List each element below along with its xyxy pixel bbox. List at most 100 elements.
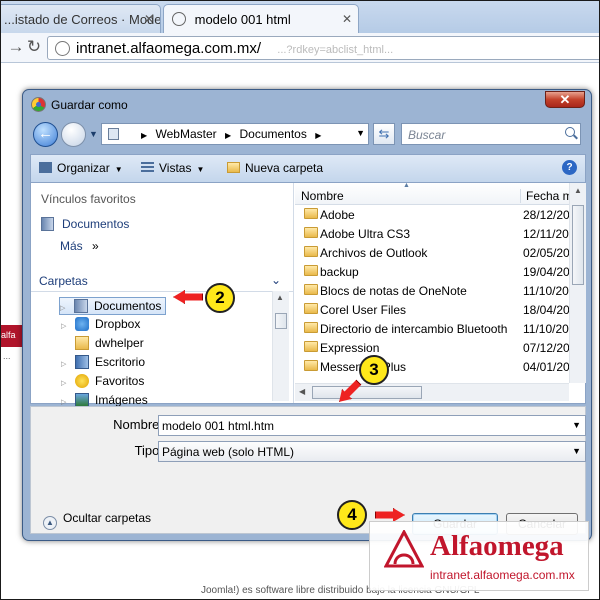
hide-folders-toggle[interactable]: ▲ Ocultar carpetas xyxy=(43,511,151,530)
file-type-select[interactable]: Página web (solo HTML) ▼ xyxy=(158,441,586,462)
chevron-down-icon[interactable]: ▼ xyxy=(572,446,581,456)
file-row[interactable]: Archivos de Outlook 02/05/2011 xyxy=(295,243,586,262)
documents-icon xyxy=(41,217,54,231)
annotation-badge-4: 4 xyxy=(337,500,367,530)
views-icon xyxy=(141,162,154,173)
breadcrumb-item[interactable]: WebMaster xyxy=(156,127,217,141)
file-row[interactable]: Messenger Plus 04/01/2011 xyxy=(295,357,586,376)
breadcrumb-item[interactable]: Documentos xyxy=(239,127,306,141)
sort-arrow-icon: ▲ xyxy=(403,183,410,189)
dialog-title: Guardar como xyxy=(51,98,128,112)
file-name-label: Nombre: xyxy=(21,417,163,432)
refresh-button[interactable]: ⇆ xyxy=(373,123,395,145)
organize-icon xyxy=(39,162,52,173)
tree-item-imagenes[interactable]: ▷ Imágenes xyxy=(61,393,148,407)
breadcrumb[interactable]: ▶ WebMaster ▶ Documentos ▶ ▼ xyxy=(101,123,369,145)
logo-name: Alfaomega xyxy=(430,530,564,562)
expand-icon[interactable]: ▷ xyxy=(61,379,71,387)
search-icon xyxy=(565,127,575,137)
documents-icon xyxy=(74,299,88,313)
scroll-left-icon[interactable]: ◀ xyxy=(299,387,305,396)
file-list-pane: ▲ Nombre Fecha mo Adobe 28/12/2011 Adobe U… xyxy=(295,183,586,403)
tree-item-dropbox[interactable]: ▷ Dropbox xyxy=(61,317,140,331)
tree-label: Documentos xyxy=(94,299,162,313)
help-icon[interactable]: ? xyxy=(562,160,577,175)
file-vertical-scrollbar[interactable]: ▲ xyxy=(569,183,586,383)
expand-icon[interactable]: ▷ xyxy=(61,398,71,406)
tab-correos[interactable]: ...istado de Correos · Model ✕ xyxy=(1,4,161,33)
tree-item-dwhelper[interactable]: dwhelper xyxy=(61,336,144,350)
folder-icon xyxy=(304,360,318,371)
page-red-tab: alfa xyxy=(1,325,23,347)
file-name: Adobe Ultra CS3 xyxy=(320,227,411,241)
expand-icon[interactable]: ▷ xyxy=(60,304,70,312)
desktop-icon xyxy=(75,355,89,369)
close-tab-icon[interactable]: ✕ xyxy=(144,12,154,26)
file-row[interactable]: Adobe Ultra CS3 12/11/2011 xyxy=(295,224,586,243)
history-dropdown-icon[interactable]: ▼ xyxy=(89,129,98,139)
search-input[interactable]: Buscar xyxy=(401,123,581,145)
expand-icon[interactable]: ▷ xyxy=(61,322,71,330)
url-text: intranet.alfaomega.com.mx/ xyxy=(76,40,262,57)
tree-item-favoritos[interactable]: ▷ Favoritos xyxy=(61,374,144,388)
file-row[interactable]: Corel User Files 18/04/2011 xyxy=(295,300,586,319)
chevron-down-icon[interactable]: ▼ xyxy=(356,128,365,138)
scroll-thumb[interactable] xyxy=(572,205,584,285)
forward-button[interactable] xyxy=(61,122,86,147)
more-chevron-icon: » xyxy=(92,239,99,253)
back-button[interactable]: ← xyxy=(33,122,58,147)
annotation-badge-3: 3 xyxy=(359,355,389,385)
chrome-icon xyxy=(31,97,46,112)
column-name[interactable]: Nombre xyxy=(301,189,344,203)
favorite-mas[interactable]: Más » xyxy=(60,239,99,253)
file-row[interactable]: Blocs de notas de OneNote 11/10/2011 xyxy=(295,281,586,300)
organize-button[interactable]: Organizar ▼ xyxy=(39,161,123,175)
folder-icon xyxy=(108,128,119,140)
favorite-label: Más xyxy=(60,239,83,253)
file-row[interactable]: Adobe 28/12/2011 xyxy=(295,205,586,224)
chevron-down-icon[interactable]: ▼ xyxy=(572,420,581,430)
tab-modelo[interactable]: modelo 001 html ✕ xyxy=(163,4,359,33)
tree-item-escritorio[interactable]: ▷ Escritorio xyxy=(61,355,145,369)
folder-icon xyxy=(304,284,318,295)
chevron-right-icon: ▶ xyxy=(315,131,322,140)
file-name: Expression xyxy=(320,341,380,355)
annotation-badge-2: 2 xyxy=(205,283,235,313)
file-name: Corel User Files xyxy=(320,303,407,317)
file-row[interactable]: Expression 07/12/2011 xyxy=(295,338,586,357)
file-name: Blocs de notas de OneNote xyxy=(320,284,467,298)
dropbox-icon xyxy=(75,317,89,331)
tree-item-documentos[interactable]: ▷ Documentos xyxy=(59,297,167,315)
new-folder-button[interactable]: Nueva carpeta xyxy=(227,161,323,175)
file-horizontal-scrollbar[interactable]: ◀ xyxy=(295,383,569,401)
file-row[interactable]: backup 19/04/2011 xyxy=(295,262,586,281)
tree-label: Dropbox xyxy=(95,317,141,331)
scroll-thumb[interactable] xyxy=(275,313,287,329)
scroll-up-icon[interactable]: ▲ xyxy=(276,293,284,302)
divider xyxy=(31,291,293,292)
file-name: backup xyxy=(320,265,359,279)
pictures-icon xyxy=(75,393,89,407)
nav-scrollbar[interactable]: ▲ xyxy=(272,291,289,401)
close-tab-icon[interactable]: ✕ xyxy=(342,12,352,26)
expand-icon[interactable]: ▷ xyxy=(61,360,71,368)
alfaomega-logo: Alfaomega intranet.alfaomega.com.mx xyxy=(369,521,589,591)
scroll-up-icon[interactable]: ▲ xyxy=(574,186,582,195)
views-button[interactable]: Vistas ▼ xyxy=(141,161,204,175)
new-folder-label: Nueva carpeta xyxy=(245,161,324,175)
address-bar[interactable]: intranet.alfaomega.com.mx/ ...?rdkey=abc… xyxy=(47,36,599,60)
favorite-documentos[interactable]: Documentos xyxy=(41,217,129,231)
globe-icon xyxy=(172,12,186,26)
file-name-input[interactable]: modelo 001 html.htm ▼ xyxy=(158,415,586,436)
folders-header[interactable]: Carpetas ⌄ xyxy=(39,273,281,288)
reload-icon[interactable]: ↻ xyxy=(23,37,45,57)
folder-icon xyxy=(304,265,318,276)
file-name: Directorio de intercambio Bluetooth xyxy=(320,322,508,336)
file-row[interactable]: Directorio de intercambio Bluetooth 11/10… xyxy=(295,319,586,338)
file-name-label-text: Nombre: xyxy=(113,417,163,432)
folder-icon xyxy=(304,341,318,352)
tab-label: modelo 001 html xyxy=(194,12,291,27)
scroll-thumb[interactable] xyxy=(312,386,422,399)
close-dialog-button[interactable]: ✕ xyxy=(545,91,585,108)
dialog-body: Vínculos favoritos Documentos Más » Carp… xyxy=(30,182,586,407)
